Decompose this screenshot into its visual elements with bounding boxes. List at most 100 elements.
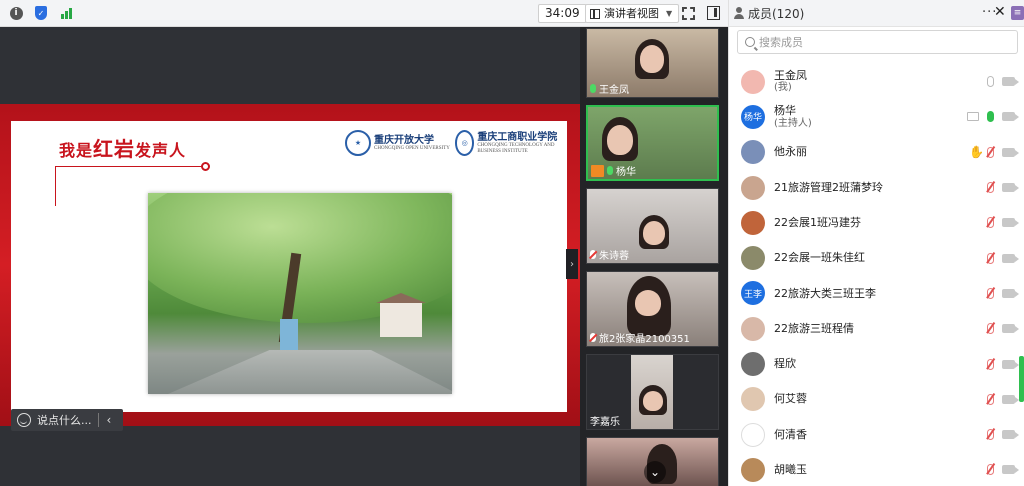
member-row[interactable]: 他永丽 ✋ [729,135,1019,170]
microphone-muted-icon[interactable] [987,358,994,370]
slide-title: 我是红岩发声人 [59,139,187,161]
chevron-left-icon[interactable]: ‹ [107,413,112,427]
chat-input-bar[interactable]: 说点什么... ‹ [11,409,123,431]
member-search[interactable] [737,30,1018,54]
member-name: 何艾蓉 [774,392,807,406]
host-badge-icon [591,164,604,177]
microphone-icon [607,166,613,175]
info-icon[interactable]: i [8,5,24,21]
members-icon [733,7,745,19]
video-tile[interactable]: 王金凤 [586,28,719,98]
microphone-muted-icon[interactable] [987,217,994,229]
microphone-muted-icon[interactable] [987,182,994,194]
video-name: 李嘉乐 [590,417,620,428]
member-row[interactable]: 胡曦玉 [729,452,1019,486]
signal-icon[interactable] [58,5,74,21]
camera-icon[interactable] [1002,112,1019,122]
camera-icon[interactable] [1002,183,1019,193]
microphone-muted-icon[interactable] [987,146,994,158]
camera-icon[interactable] [1002,77,1019,87]
microphone-icon[interactable] [987,76,994,88]
avatar: 杨华 [741,104,765,129]
avatar [741,352,765,377]
members-title: 成员(120) [748,6,805,21]
layout-icon [590,8,600,19]
shared-slide: 我是红岩发声人 ★ 重庆开放大学 CHONGQING OPEN UNIVERSIT… [11,121,567,412]
member-row[interactable]: 程欣 [729,346,1019,381]
member-name: 何清香 [774,427,807,441]
camera-icon[interactable] [1002,147,1019,157]
avatar [741,457,765,482]
camera-icon[interactable] [1002,288,1019,298]
member-row[interactable]: 22旅游三班程倩 [729,311,1019,346]
camera-icon[interactable] [1002,394,1019,404]
avatar [741,210,765,235]
menu-icon[interactable]: ≡ [1011,6,1024,20]
camera-icon[interactable] [1002,253,1019,263]
chat-placeholder[interactable]: 说点什么... [37,412,92,428]
view-mode-dropdown[interactable]: 演讲者视图 ▼ [585,4,680,23]
member-row[interactable]: 杨华 杨华 (主持人) [729,99,1019,134]
microphone-muted-icon[interactable] [987,429,994,441]
college-seal-icon: ◎ [455,130,475,156]
avatar [741,387,765,412]
member-name: 22旅游三班程倩 [774,321,854,335]
microphone-muted-icon[interactable] [987,287,994,299]
member-row[interactable]: 何清香 [729,417,1019,452]
microphone-muted-icon[interactable] [987,323,994,335]
campus-photo [148,193,452,394]
avatar: 王李 [741,281,765,306]
member-name: 22会展一班朱佳红 [774,251,865,265]
microphone-muted-icon[interactable] [987,252,994,264]
member-name: 22旅游大类三班王李 [774,286,876,300]
avatar [741,422,765,447]
search-input[interactable] [759,35,999,49]
video-name: 杨华 [616,167,636,178]
video-tile-active[interactable]: 杨华 [586,105,719,181]
member-row[interactable]: 何艾蓉 [729,382,1019,417]
decorative-dot [201,162,210,171]
member-name: 他永丽 [774,145,807,159]
member-row[interactable]: 王李 22旅游大类三班王李 [729,276,1019,311]
main-stage: 我是红岩发声人 ★ 重庆开放大学 CHONGQING OPEN UNIVERSIT… [0,27,580,486]
emoji-icon[interactable] [17,413,31,427]
collapse-video-panel-button[interactable]: › [566,249,578,279]
member-row[interactable]: 王金凤 (我) [729,64,1019,99]
university-logo: ★ 重庆开放大学 CHONGQING OPEN UNIVERSITY [345,130,450,156]
members-header: 成员(120) [729,0,1024,27]
members-panel: 成员(120) ··· ✕ ≡ 王金凤(我)杨华杨华(主持人)他永丽✋21旅游管… [728,0,1024,486]
avatar [741,175,765,200]
camera-icon[interactable] [1002,430,1019,440]
video-tile[interactable]: 李嘉乐 [586,354,719,430]
member-name: 杨华 [774,103,796,117]
university-seal-icon: ★ [345,130,371,156]
avatar [741,69,765,94]
shield-icon[interactable]: ✓ [33,5,49,21]
member-row[interactable]: 22会展1班冯建芬 [729,205,1019,240]
camera-icon[interactable] [1002,465,1019,475]
college-logo: ◎ 重庆工商职业学院 CHONGQING TECHNOLOGY AND BUSIN… [455,130,567,156]
meeting-timer: 34:09 [538,4,587,23]
side-panel-icon[interactable] [707,6,720,20]
member-name: 程欣 [774,357,796,371]
microphone-muted-icon[interactable] [987,464,994,476]
close-icon[interactable]: ✕ [994,4,1006,20]
member-row[interactable]: 22会展一班朱佳红 [729,240,1019,275]
microphone-active-icon[interactable] [987,111,994,123]
scroll-down-button[interactable]: ⌄ [644,461,666,483]
video-thumbnails: 王金凤 杨华 朱诗蓉 旅2张家晶2100351 李嘉乐 ⌄ [580,27,728,486]
member-list: 王金凤 (我) 杨华 杨华 (主持人) 他永丽 ✋ 21旅游管理2班蒲梦玲 22会展1班冯建芬 2… [729,64,1019,486]
scrollbar[interactable] [1019,356,1024,402]
member-row[interactable]: 21旅游管理2班蒲梦玲 [729,170,1019,205]
camera-icon[interactable] [1002,359,1019,369]
decorative-line [55,166,56,206]
video-tile[interactable]: 旅2张家晶2100351 [586,271,719,347]
member-name: 21旅游管理2班蒲梦玲 [774,180,883,194]
microphone-muted-icon[interactable] [987,393,994,405]
video-tile[interactable]: 朱诗蓉 [586,188,719,264]
member-name: 胡曦玉 [774,463,807,477]
fullscreen-icon[interactable] [682,7,695,20]
camera-icon[interactable] [1002,218,1019,228]
camera-icon[interactable] [1002,324,1019,334]
top-toolbar: i ✓ 34:09 演讲者视图 ▼ [0,0,728,27]
